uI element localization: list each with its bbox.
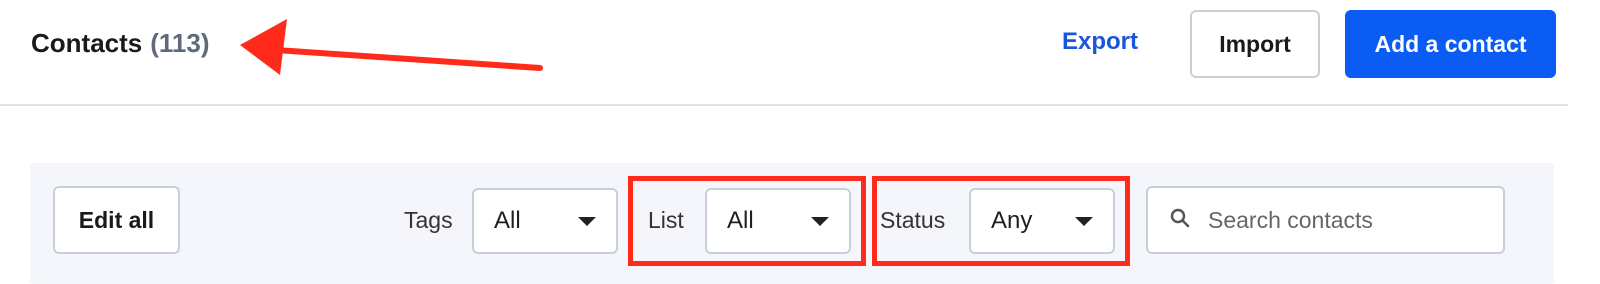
import-button[interactable]: Import (1190, 10, 1320, 78)
search-input[interactable] (1206, 205, 1506, 235)
tags-select[interactable]: All (472, 188, 618, 254)
tags-filter-label: Tags (404, 207, 453, 233)
search-icon (1170, 208, 1190, 233)
export-button[interactable]: Export (1062, 28, 1138, 56)
tags-select-value: All (494, 207, 521, 234)
annotation-arrow (240, 19, 543, 75)
add-contact-button[interactable]: Add a contact (1345, 10, 1556, 78)
edit-all-button[interactable]: Edit all (53, 186, 180, 254)
search-field[interactable] (1146, 186, 1506, 254)
chevron-down-icon (578, 216, 596, 226)
annotation-highlight-status (872, 176, 1130, 266)
annotation-highlight-list (628, 176, 866, 266)
